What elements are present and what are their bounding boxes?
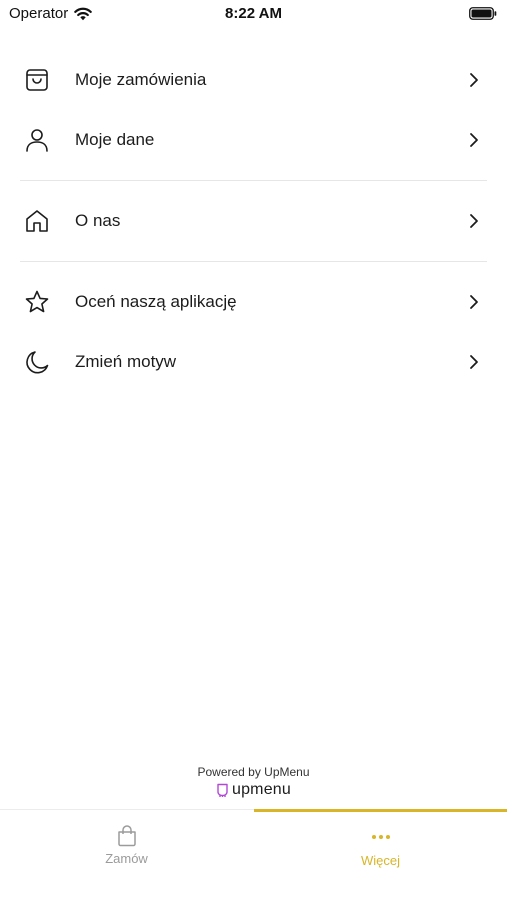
chevron-right-icon [470, 133, 478, 147]
tab-more[interactable]: Więcej [254, 810, 507, 900]
chevron-right-icon [470, 73, 478, 87]
menu-item-my-orders[interactable]: Moje zamówienia [0, 50, 507, 110]
upmenu-logo-icon [217, 783, 228, 797]
tab-bar: Zamów Więcej [0, 809, 507, 900]
menu-item-label: Oceń naszą aplikację [75, 292, 237, 311]
battery-icon [469, 7, 497, 20]
shopping-bag-icon [117, 825, 136, 847]
menu-item-label: Zmień motyw [75, 352, 177, 371]
tab-order[interactable]: Zamów [0, 810, 253, 900]
divider [20, 180, 487, 181]
powered-by: Powered by UpMenu upmenu [0, 765, 507, 799]
home-icon [24, 208, 50, 234]
menu-item-my-data[interactable]: Moje dane [0, 110, 507, 170]
chevron-right-icon [470, 295, 478, 309]
star-icon [24, 289, 50, 315]
upmenu-logo-text: upmenu [231, 781, 292, 798]
more-dots-icon [371, 835, 390, 839]
status-bar: Operator 8:22 AM [0, 0, 507, 28]
menu-item-change-theme[interactable]: Zmień motyw [0, 332, 507, 392]
upmenu-logo: upmenu [0, 781, 507, 799]
user-icon [24, 127, 50, 153]
menu-item-label: O nas [75, 211, 121, 230]
menu-item-label: Moje zamówienia [75, 70, 207, 89]
divider [20, 261, 487, 262]
more-menu: Moje zamówienia Moje dane O nas Oceń nas… [0, 50, 507, 392]
status-time: 8:22 AM [225, 5, 282, 22]
tab-label: Zamów [105, 851, 148, 866]
menu-item-label: Moje dane [75, 130, 155, 149]
basket-icon [24, 67, 50, 93]
menu-item-about-us[interactable]: O nas [0, 191, 507, 251]
menu-item-rate-app[interactable]: Oceń naszą aplikację [0, 272, 507, 332]
tab-label: Więcej [360, 853, 400, 868]
chevron-right-icon [470, 214, 478, 228]
moon-icon [24, 349, 50, 375]
chevron-right-icon [470, 355, 478, 369]
powered-by-text: Powered by UpMenu [197, 765, 310, 779]
